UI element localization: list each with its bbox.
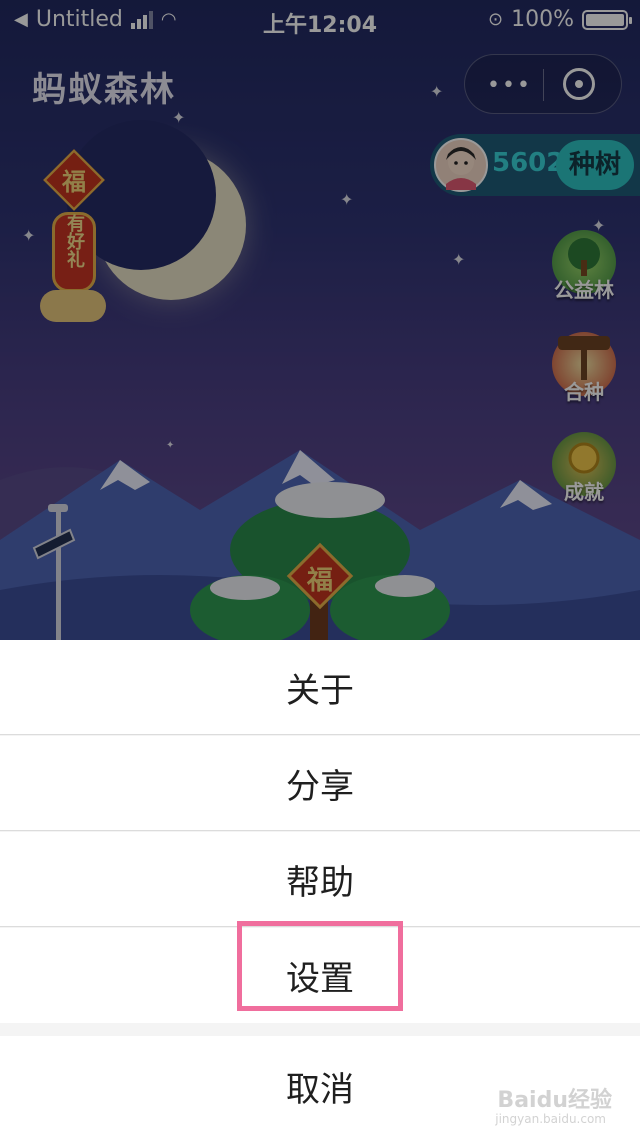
highlight-box	[237, 921, 403, 1011]
watermark-url: jingyan.baidu.com	[495, 1112, 606, 1126]
menu-item-share[interactable]: 分享	[0, 736, 640, 831]
action-sheet: 关于 分享 帮助 设置 取消	[0, 640, 640, 1136]
modal-overlay[interactable]	[0, 0, 640, 640]
menu-item-about[interactable]: 关于	[0, 640, 640, 735]
watermark-brand: Baidu经验	[497, 1088, 612, 1113]
menu-item-help[interactable]: 帮助	[0, 832, 640, 927]
